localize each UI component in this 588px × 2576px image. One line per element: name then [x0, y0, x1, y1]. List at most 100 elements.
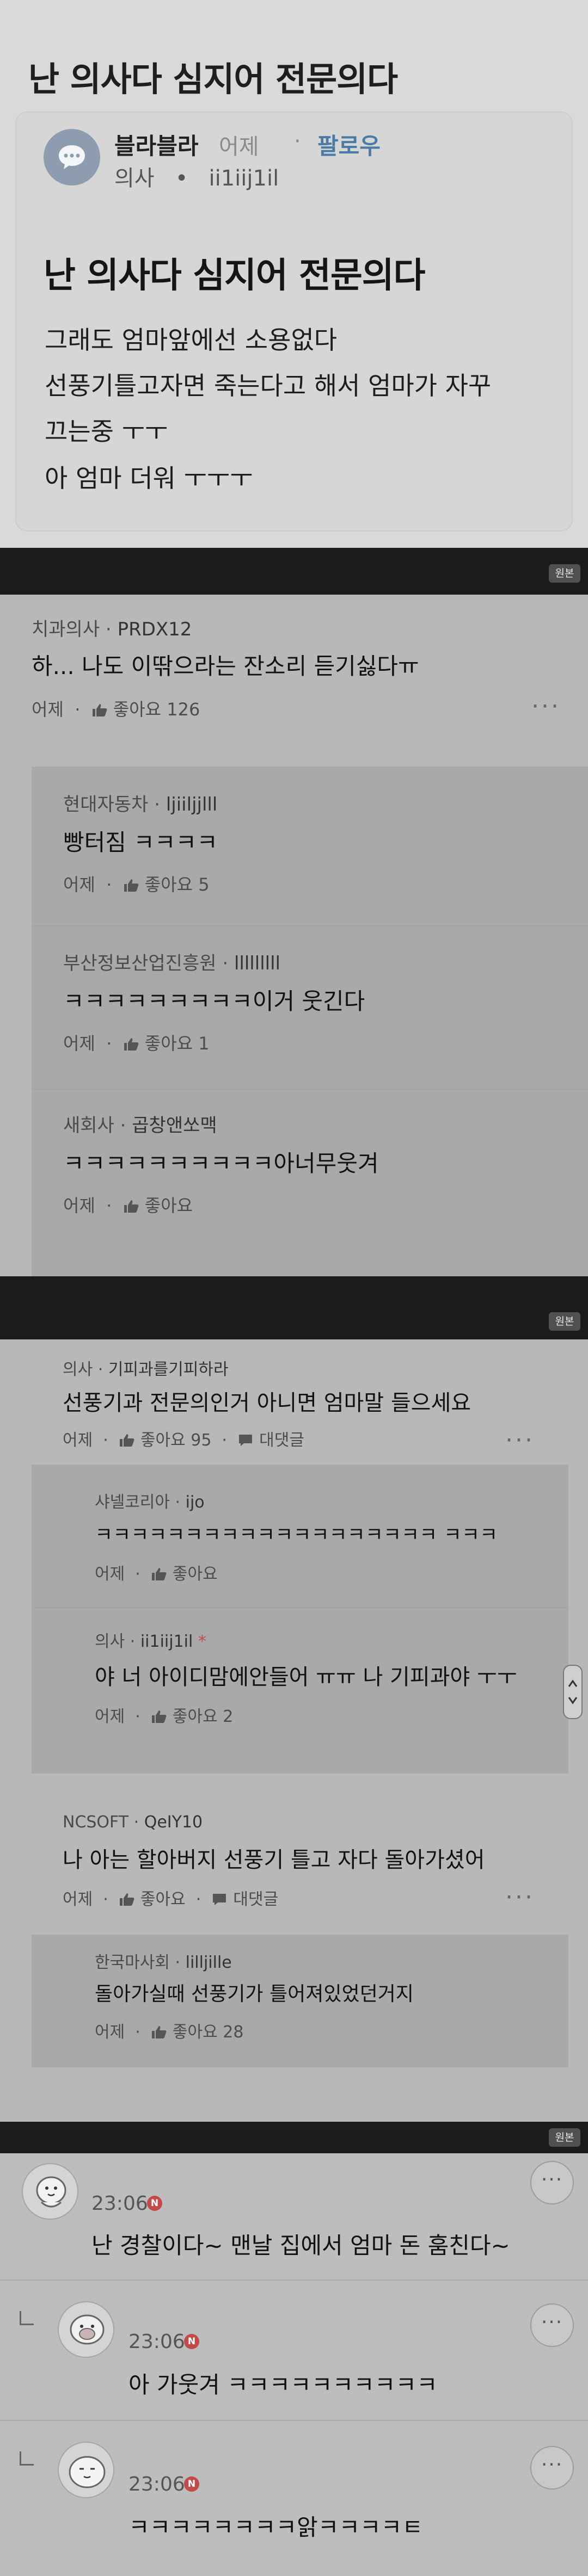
comment-body: ㅋㅋㅋㅋㅋㅋㅋㅋㅋㅋㅋㅋㅋㅋㅋㅋㅋㅋㅋ ㅋㅋㅋ	[95, 1524, 498, 1546]
commenter-company: 한국마사회	[95, 1953, 170, 1972]
comment-icon	[239, 1435, 253, 1446]
comment-actions: 어제 · 좋아요	[95, 1565, 218, 1584]
comment-actions: 어제 · 좋아요 · 대댓글	[63, 1890, 279, 1909]
post-heading: 난 의사다 심지어 전문의다	[44, 256, 426, 296]
comment-time: 23:06	[128, 2473, 185, 2495]
commenter-nick[interactable]: 곱창앤쏘맥	[132, 1115, 217, 1136]
author-name[interactable]: 블라블라	[114, 128, 199, 161]
avatar[interactable]	[44, 129, 100, 186]
original-badge[interactable]: 원본	[549, 1312, 580, 1331]
thumb-up-icon	[124, 1200, 139, 1213]
commenter-nick[interactable]: ii1iij1il	[140, 1632, 193, 1651]
comment-body: 나 아는 할아버지 선풍기 틀고 자다 돌아가셨어	[63, 1848, 485, 1873]
page-title: 난 의사다 심지어 전문의다	[28, 59, 398, 99]
commenter-company: 의사	[63, 1360, 93, 1379]
original-badge[interactable]: 원본	[549, 564, 580, 583]
reply-list: 현대자동차 · ljiiljjlll 빵터짐 ㅋㅋㅋㅋ 어제 · 좋아요 5 부…	[32, 767, 588, 1276]
post-line: 그래도 엄마앞에선 소용없다	[45, 325, 338, 355]
character-avatar-icon	[59, 2443, 113, 2497]
like-button[interactable]: 좋아요	[123, 1195, 193, 1216]
comment-time: 어제	[95, 2023, 125, 2042]
commenter-nick[interactable]: PRDX12	[118, 619, 192, 640]
avatar[interactable]	[22, 2163, 78, 2220]
scroll-handle[interactable]	[563, 1665, 583, 1719]
commenter-nick[interactable]: lilljille	[186, 1953, 232, 1972]
post-section: 난 의사다 심지어 전문의다 블라블라 어제 · 팔로우 의사 • ii1iij…	[0, 0, 588, 548]
like-button[interactable]: 좋아요 2	[151, 1707, 233, 1726]
commenter-nick[interactable]: QeIY10	[144, 1813, 203, 1832]
thumb-up-icon	[151, 1568, 167, 1580]
chat-comment-section: 23:06 N 난 경찰이다~ 맨날 집에서 엄마 돈 훔친다~ ··· 23:…	[0, 2153, 588, 2576]
character-avatar-icon	[59, 2302, 113, 2357]
new-badge: N	[147, 2196, 162, 2211]
comment-time: 어제	[95, 1565, 125, 1584]
divider-line	[32, 1607, 568, 1608]
comment-meta: 한국마사회 · lilljille	[95, 1953, 232, 1972]
section-divider: 원본	[0, 2122, 588, 2153]
commenter-nick[interactable]: ljiiljjlll	[166, 794, 217, 816]
comment-actions: 어제 · 좋아요 126	[32, 699, 200, 720]
more-options-icon[interactable]: ···	[530, 2446, 574, 2489]
like-button[interactable]: 좋아요	[151, 1565, 218, 1584]
comment-body: 선풍기과 전문의인거 아니면 엄마말 들으세요	[63, 1391, 471, 1416]
divider-line	[0, 2280, 588, 2281]
more-options-icon[interactable]: ···	[531, 693, 561, 720]
comment-body: 아 가웃겨 ㅋㅋㅋㅋㅋㅋㅋㅋㅋㅋ	[128, 2371, 438, 2398]
author-id: ii1iij1il	[209, 166, 279, 191]
reply-list: 한국마사회 · lilljille 돌아가실때 선풍기가 틀어져있었던거지 어제…	[32, 1935, 568, 2067]
more-options-icon[interactable]: ···	[505, 1883, 535, 1911]
like-count: 좋아요	[140, 1890, 186, 1909]
comment-time: 23:06	[128, 2331, 185, 2353]
thumb-up-icon	[92, 704, 107, 716]
screenshot-page: 난 의사다 심지어 전문의다 블라블라 어제 · 팔로우 의사 • ii1iij…	[0, 0, 588, 2576]
new-badge: N	[184, 2476, 199, 2492]
like-button[interactable]: 좋아요 28	[151, 2023, 243, 2042]
follow-button[interactable]: 팔로우	[317, 128, 381, 161]
reply-indicator-icon	[20, 2311, 34, 2325]
commenter-company: 부산정보산업진흥원	[63, 953, 217, 974]
commenter-company: 샤넬코리아	[95, 1493, 170, 1512]
comment-actions: 어제 · 좋아요 5	[63, 874, 210, 895]
new-badge: N	[184, 2334, 199, 2349]
avatar[interactable]	[58, 2301, 114, 2358]
post-card: 블라블라 어제 · 팔로우 의사 • ii1iij1il 난 의사다 심지어 전…	[15, 112, 573, 532]
more-options-icon[interactable]: ···	[505, 1426, 535, 1454]
section-divider: 원본	[0, 1276, 588, 1339]
commenter-nick[interactable]: lllllllll	[234, 953, 280, 974]
scroll-arrows-icon	[568, 1679, 578, 1704]
dot-separator: •	[161, 166, 202, 191]
commenter-nick[interactable]: 기피과를기피하라	[108, 1360, 229, 1379]
like-count: 좋아요 2	[172, 1707, 234, 1726]
avatar[interactable]	[58, 2442, 114, 2498]
author-meta: 의사 • ii1iij1il	[114, 160, 279, 192]
dot-separator: ·	[294, 129, 301, 154]
original-badge[interactable]: 원본	[549, 2128, 580, 2147]
like-button[interactable]: 좋아요 126	[91, 699, 200, 720]
comment-body: ㅋㅋㅋㅋㅋㅋㅋㅋ앍ㅋㅋㅋㅋㅌ	[128, 2514, 423, 2541]
comment-section: 치과의사 · PRDX12 하... 나도 이딲으라는 잔소리 듣기싫다ㅠ 어제…	[0, 595, 588, 1276]
like-button[interactable]: 좋아요	[119, 1890, 186, 1909]
author-company: 의사	[114, 166, 155, 191]
commenter-nick[interactable]: ijo	[186, 1493, 205, 1512]
like-button[interactable]: 좋아요 95	[119, 1431, 211, 1450]
like-button[interactable]: 좋아요 1	[123, 1033, 210, 1054]
comment-body: 야 너 아이디맘에안들어 ㅠㅠ 나 기피과야 ㅜㅜ	[95, 1665, 517, 1690]
comment-time: 어제	[63, 1195, 95, 1216]
comment-meta: 부산정보산업진흥원 · lllllllll	[63, 953, 280, 974]
divider-line	[32, 1089, 588, 1090]
more-options-icon[interactable]: ···	[530, 2303, 574, 2347]
comment-actions: 어제 · 좋아요	[63, 1195, 193, 1216]
reply-button[interactable]: 대댓글	[237, 1431, 304, 1450]
commenter-company: 의사	[95, 1632, 125, 1651]
more-options-icon[interactable]: ···	[530, 2161, 574, 2204]
commenter-company: NCSOFT	[63, 1813, 129, 1832]
reply-label: 대댓글	[233, 1890, 279, 1909]
reply-button[interactable]: 대댓글	[211, 1890, 278, 1909]
like-button[interactable]: 좋아요 5	[123, 874, 210, 895]
comment-body: 난 경찰이다~ 맨날 집에서 엄마 돈 훔친다~	[91, 2232, 510, 2259]
comment-time: 어제	[32, 699, 64, 720]
reply-label: 대댓글	[259, 1431, 304, 1450]
comment-section: 의사 · 기피과를기피하라 선풍기과 전문의인거 아니면 엄마말 들으세요 어제…	[0, 1339, 588, 2122]
post-time: 어제	[219, 134, 259, 159]
comment-meta: 의사 · 기피과를기피하라	[63, 1360, 229, 1379]
